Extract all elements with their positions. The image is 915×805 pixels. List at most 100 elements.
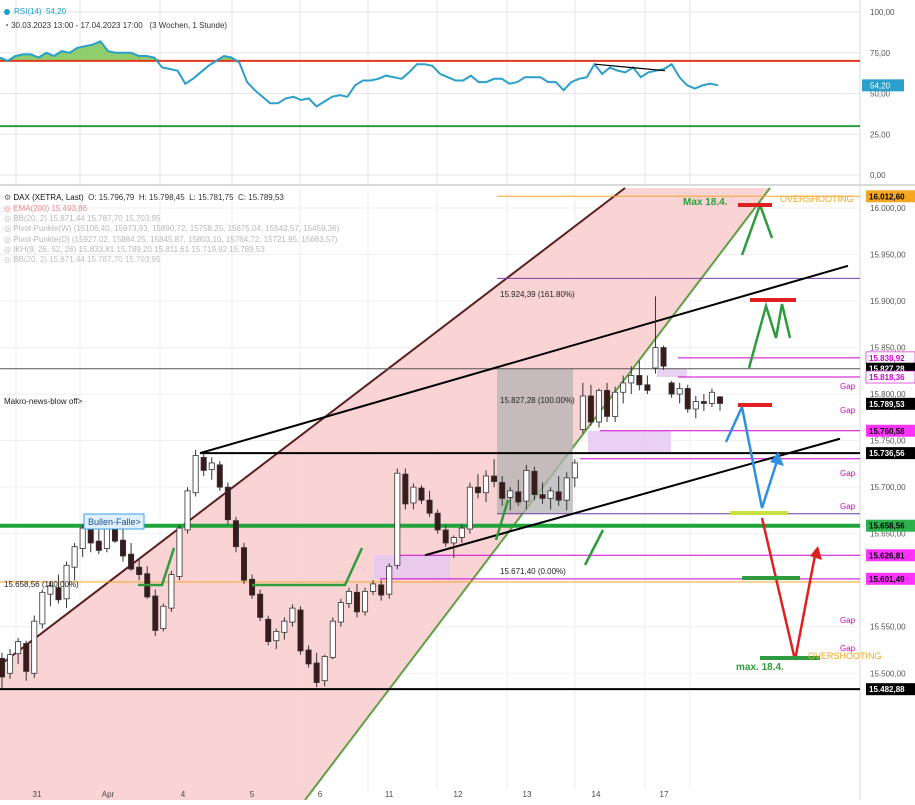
x-tick-label: 14 bbox=[592, 790, 601, 799]
fib-0-label: 15.671,40 (0.00%) bbox=[500, 567, 566, 576]
candle-body bbox=[192, 455, 199, 494]
candle-body bbox=[523, 470, 530, 502]
gap-label: Gap bbox=[840, 382, 856, 391]
candle-body bbox=[87, 529, 94, 544]
indicator-row: ◎ Pivot-Punkte(W) (15106,40, 15973,93, 1… bbox=[4, 224, 339, 234]
rsi-tick-label: 100,00 bbox=[870, 8, 895, 17]
candle-body bbox=[579, 395, 586, 430]
candle-body bbox=[39, 591, 46, 625]
candle-body bbox=[450, 536, 457, 544]
price-tick-label: 15.550,00 bbox=[870, 623, 906, 632]
ohlc-close: 15.789,53 bbox=[248, 193, 284, 202]
candle-body bbox=[353, 591, 360, 613]
fib-100-top-label: 15.827,28 (100.00%) bbox=[500, 396, 575, 405]
candle-body bbox=[370, 583, 377, 592]
candle-body bbox=[636, 375, 643, 386]
gap-zone bbox=[657, 368, 687, 378]
rsi-tick-label: 25,00 bbox=[870, 130, 891, 139]
candle-body bbox=[136, 566, 143, 576]
candle-body bbox=[7, 654, 14, 674]
gap-label: Gap bbox=[840, 644, 856, 653]
indicator-toggle-icon[interactable]: ◎ bbox=[4, 204, 13, 213]
indicator-label: BB(20, 2) bbox=[13, 214, 50, 224]
indicator-label: Pivot-Punkte(W) bbox=[13, 224, 74, 234]
candle-body bbox=[321, 656, 328, 682]
rsi-icon bbox=[4, 8, 10, 15]
candle-body bbox=[184, 490, 191, 531]
candle-body bbox=[208, 462, 215, 470]
candle-body bbox=[176, 527, 183, 577]
candle-body bbox=[604, 389, 611, 417]
candle-body bbox=[241, 547, 248, 581]
candle-body bbox=[297, 609, 304, 652]
x-tick-label: Apr bbox=[102, 790, 115, 799]
candle-body bbox=[483, 475, 490, 494]
candle-body bbox=[305, 649, 312, 665]
bullen-falle-label: Bullen-Falle> bbox=[88, 517, 141, 527]
indicator-values: 15.493,86 bbox=[51, 204, 88, 213]
indicator-toggle-icon[interactable]: ◎ bbox=[4, 245, 13, 254]
indicator-values: 15.833,81 15.789,20 15.811,61 15.719,92 … bbox=[78, 244, 265, 254]
chart-svg: Max 18.4. OVERSHOOTING 15.924,39 (161.80%)… bbox=[0, 0, 915, 801]
candle-body bbox=[128, 553, 135, 570]
candle-body bbox=[571, 462, 578, 479]
indicator-toggle-icon[interactable]: ◎ bbox=[4, 235, 13, 244]
x-tick-label: 13 bbox=[523, 790, 532, 799]
price-header: ⚙ DAX (XETRA, Last) O: 15.796,79 H: 15.7… bbox=[4, 193, 284, 202]
gap-label: Gap bbox=[840, 616, 856, 625]
candle-body bbox=[410, 486, 417, 504]
max-bottom-label: max. 18.4. bbox=[736, 662, 784, 673]
candle-body bbox=[434, 512, 441, 531]
price-tag: 15.760,58 bbox=[869, 427, 905, 436]
rsi-period-row: ◔ 30.03.2023 13:00 - 17.04.2023 17:00 (3… bbox=[4, 20, 227, 31]
candle-body bbox=[265, 618, 272, 643]
price-tag: 15.658,56 bbox=[869, 522, 905, 531]
ohlc-open: 15.796,79 bbox=[98, 193, 135, 202]
candle-body bbox=[329, 620, 336, 658]
gear-icon: ⚙ bbox=[4, 193, 12, 202]
candle-body bbox=[216, 464, 223, 488]
candle-body bbox=[418, 487, 425, 501]
candle-body bbox=[539, 494, 546, 499]
candle-body bbox=[595, 389, 602, 423]
candle-body bbox=[547, 490, 554, 499]
indicator-toggle-icon[interactable]: ◎ bbox=[4, 224, 13, 233]
indicator-values: 15.871,44 15.787,70 15.703,95 bbox=[49, 255, 161, 265]
candle-body bbox=[313, 662, 320, 683]
rsi-tick-label: 75,00 bbox=[870, 49, 891, 58]
candle-body bbox=[684, 388, 691, 410]
gap-label: Gap bbox=[840, 502, 856, 511]
indicator-row: ◎ Pivot-Punkte(D) (15927,02, 15884,25, 1… bbox=[4, 235, 339, 245]
price-tag: 15.789,53 bbox=[869, 400, 905, 409]
indicator-toggle-icon[interactable]: ◎ bbox=[4, 255, 13, 264]
candle-body bbox=[168, 574, 175, 609]
candle-body bbox=[224, 486, 231, 521]
price-tick-label: 15.850,00 bbox=[870, 344, 906, 353]
candle-body bbox=[499, 482, 506, 499]
candle-body bbox=[507, 490, 514, 498]
candle-body bbox=[23, 643, 30, 672]
candle-body bbox=[79, 527, 86, 549]
x-tick-label: 17 bbox=[660, 790, 669, 799]
candle-body bbox=[442, 529, 449, 544]
candle-body bbox=[160, 605, 167, 629]
price-tag: 15.482,88 bbox=[869, 685, 905, 694]
overshooting-top-label: OVERSHOOTING bbox=[780, 194, 854, 204]
price-tag: 15.818,36 bbox=[869, 373, 905, 382]
rsi-header: RSI(14) 54,20 bbox=[4, 6, 66, 17]
candle-body bbox=[402, 473, 409, 505]
max-top-label: Max 18.4. bbox=[683, 197, 728, 208]
candle-body bbox=[531, 470, 538, 495]
candle-body bbox=[15, 641, 22, 655]
price-tick-label: 15.950,00 bbox=[870, 251, 906, 260]
price-tick-label: 15.750,00 bbox=[870, 437, 906, 446]
indicator-legend: ◎ EMA(200) 15.493,86 ◎ BB(20, 2) 15.871,4… bbox=[4, 204, 339, 265]
indicator-label: EMA(200) bbox=[13, 204, 52, 213]
x-tick-label: 5 bbox=[250, 790, 255, 799]
candle-body bbox=[717, 396, 724, 404]
indicator-values: 15.871,44 15.787,70 15.703,95 bbox=[49, 214, 161, 224]
indicator-label: BB(20, 2) bbox=[13, 255, 50, 265]
candle-body bbox=[55, 587, 62, 601]
price-tag: 15.736,56 bbox=[869, 449, 905, 458]
indicator-toggle-icon[interactable]: ◎ bbox=[4, 214, 13, 223]
